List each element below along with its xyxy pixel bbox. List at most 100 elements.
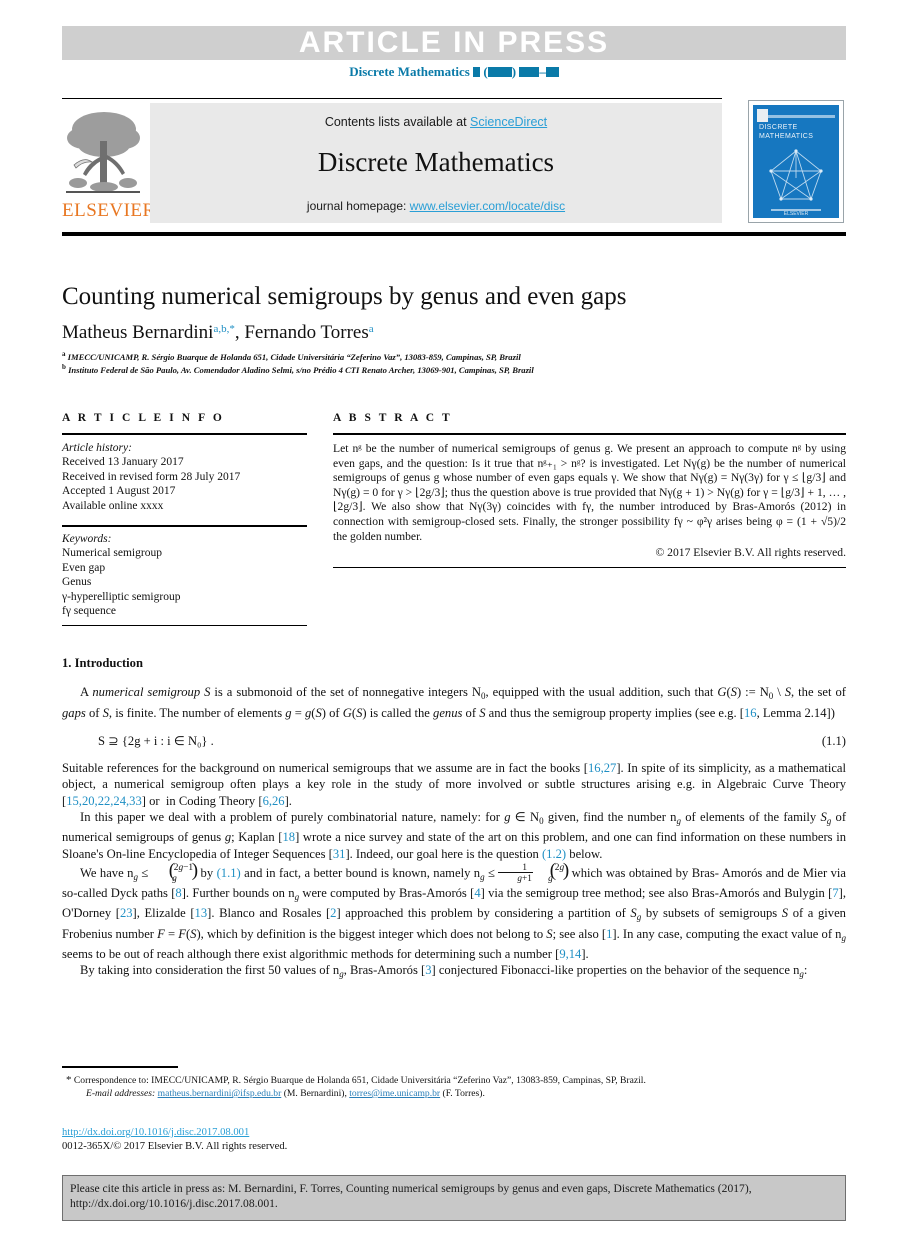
article-history-item: Received in revised form 28 July 2017 bbox=[62, 470, 241, 483]
elsevier-wordmark: ELSEVIER bbox=[62, 200, 156, 221]
cover-publisher-mark bbox=[757, 109, 768, 122]
affiliation-marker-b: b bbox=[62, 363, 66, 371]
citation-ref[interactable]: 15,20,22,24,33 bbox=[66, 794, 142, 808]
journal-homepage-label: journal homepage: bbox=[306, 199, 410, 213]
article-history-item: Available online xxxx bbox=[62, 499, 164, 512]
author-name-1: Matheus Bernardini bbox=[62, 322, 214, 343]
author-marks-2: a bbox=[368, 323, 374, 335]
citation-ref[interactable]: 1 bbox=[606, 927, 612, 941]
email-link-2[interactable]: torres@ime.unicamp.br bbox=[349, 1088, 440, 1099]
journal-citation-line: Discrete Mathematics () – bbox=[62, 64, 846, 80]
abstract-text: Let nᵍ be the number of numerical semigr… bbox=[333, 442, 846, 543]
abstract-rule bbox=[333, 433, 846, 435]
email-addresses-label: E-mail addresses: bbox=[86, 1088, 156, 1099]
section-heading-introduction: 1. Introduction bbox=[62, 656, 143, 670]
citation-ref[interactable]: 18 bbox=[282, 830, 295, 844]
equation-ref[interactable]: (1.1) bbox=[217, 866, 241, 880]
body-paragraph-1: A numerical semigroup S is a submonoid o… bbox=[62, 685, 846, 720]
citation-ref[interactable]: 3 bbox=[425, 963, 431, 977]
abstract-copyright: © 2017 Elsevier B.V. All rights reserved… bbox=[655, 546, 846, 560]
article-in-press-label: ARTICLE IN PRESS bbox=[298, 26, 610, 59]
article-body: 1. Introduction A numerical semigroup S … bbox=[62, 655, 846, 983]
abstract-column: A B S T R A C T Let nᵍ be the number of … bbox=[333, 412, 846, 569]
article-info-heading: A R T I C L E I N F O bbox=[62, 412, 225, 424]
correspondence-text: Correspondence to: IMECC/UNICAMP, R. Sér… bbox=[73, 1075, 646, 1086]
citation-ref[interactable]: 4 bbox=[474, 886, 480, 900]
affiliation-b: b Instituto Federal de São Paulo, Av. Co… bbox=[62, 363, 846, 375]
footnote-rule bbox=[62, 1066, 178, 1068]
keywords-block: Keywords: Numerical semigroup Even gap G… bbox=[62, 532, 307, 618]
issn-copyright-line: 0012-365X/© 2017 Elsevier B.V. All right… bbox=[62, 1141, 288, 1152]
cite-line-2: http://dx.doi.org/10.1016/j.disc.2017.08… bbox=[70, 1196, 278, 1210]
display-equation-1-1: S ⊇ {2g + i : i ∈ N₀} . (1.1) bbox=[62, 733, 846, 749]
affiliation-text-a: IMECC/UNICAMP, R. Sérgio Buarque de Hola… bbox=[67, 352, 521, 362]
article-history-item: Accepted 1 August 2017 bbox=[62, 485, 176, 498]
citation-ref[interactable]: 13 bbox=[195, 906, 208, 920]
footnote-asterisk: * bbox=[66, 1074, 72, 1086]
cite-line-1: Please cite this article in press as: M.… bbox=[70, 1182, 752, 1195]
article-history-label: Article history: bbox=[62, 442, 132, 454]
citation-ref[interactable]: 6,26 bbox=[263, 794, 285, 808]
body-paragraph-4: We have ng ≤ (2g−1 g) by (1.1) and in fac… bbox=[62, 860, 847, 962]
author-name-2: Fernando Torres bbox=[244, 322, 369, 343]
journal-citation-placeholder: () – bbox=[473, 64, 559, 79]
equation-text: S ⊇ {2g + i : i ∈ N₀} . bbox=[98, 733, 214, 748]
journal-masthead: ELSEVIER Contents lists available at Sci… bbox=[62, 103, 722, 223]
article-history-item: Received 13 January 2017 bbox=[62, 456, 184, 469]
doi-block: http://dx.doi.org/10.1016/j.disc.2017.08… bbox=[62, 1126, 846, 1154]
doi-link[interactable]: http://dx.doi.org/10.1016/j.disc.2017.08… bbox=[62, 1127, 249, 1138]
journal-citation-name: Discrete Mathematics bbox=[349, 64, 470, 79]
affiliation-marker-a: a bbox=[62, 350, 66, 358]
article-page: ARTICLE IN PRESS Discrete Mathematics ()… bbox=[0, 0, 907, 1238]
header-thick-rule bbox=[62, 232, 846, 236]
email-owner-1: (M. Bernardini) bbox=[283, 1088, 345, 1099]
citation-ref[interactable]: 2 bbox=[330, 906, 336, 920]
keywords-label: Keywords: bbox=[62, 533, 112, 546]
keyword-item: γ-hyperelliptic semigroup bbox=[62, 590, 181, 603]
masthead-panel: Contents lists available at ScienceDirec… bbox=[150, 103, 722, 223]
article-in-press-band: ARTICLE IN PRESS bbox=[62, 26, 846, 60]
abstract-bottom-rule bbox=[333, 567, 846, 569]
journal-title: Discrete Mathematics bbox=[317, 147, 555, 177]
cover-pentagram-icon bbox=[769, 149, 823, 201]
email-owner-2: (F. Torres). bbox=[442, 1088, 485, 1099]
equation-ref[interactable]: (1.2) bbox=[542, 847, 566, 861]
correspondence-note: * Correspondence to: IMECC/UNICAMP, R. S… bbox=[62, 1074, 846, 1087]
citation-ref[interactable]: 16,27 bbox=[588, 761, 616, 775]
equation-number: (1.1) bbox=[821, 733, 846, 748]
sciencedirect-link[interactable]: ScienceDirect bbox=[470, 115, 547, 129]
contents-list-line: Contents lists available at ScienceDirec… bbox=[150, 115, 722, 129]
journal-homepage-line: journal homepage: www.elsevier.com/locat… bbox=[150, 199, 722, 213]
article-history-block: Article history: Received 13 January 201… bbox=[62, 441, 307, 513]
keyword-item: Numerical semigroup bbox=[62, 547, 162, 560]
email-link-1[interactable]: matheus.bernardini@ifsp.edu.br bbox=[158, 1088, 282, 1099]
email-note: E-mail addresses: matheus.bernardini@ifs… bbox=[86, 1088, 485, 1099]
citation-ref[interactable]: 31 bbox=[333, 847, 346, 861]
citation-ref[interactable]: 7 bbox=[832, 886, 838, 900]
keywords-rule bbox=[62, 525, 307, 528]
keyword-item: Even gap bbox=[62, 561, 106, 574]
citation-ref[interactable]: 9,14 bbox=[559, 947, 581, 961]
elsevier-logo: ELSEVIER bbox=[62, 103, 156, 223]
affiliation-text-b: Instituto Federal de São Paulo, Av. Come… bbox=[68, 365, 534, 375]
body-paragraph-5: By taking into consideration the first 5… bbox=[80, 963, 808, 980]
citation-ref[interactable]: 23 bbox=[120, 906, 133, 920]
elsevier-tree-icon bbox=[64, 105, 142, 201]
page-title: Counting numerical semigroups by genus a… bbox=[62, 283, 627, 310]
journal-homepage-link[interactable]: www.elsevier.com/locate/disc bbox=[410, 199, 565, 213]
cite-this-article-box: Please cite this article in press as: M.… bbox=[62, 1175, 846, 1221]
citation-ref[interactable]: 8 bbox=[175, 886, 181, 900]
keyword-item: Genus bbox=[62, 576, 92, 589]
body-paragraph-2: Suitable references for the background o… bbox=[62, 761, 846, 808]
journal-cover-thumbnail: DISCRETE MATHEMATICS ELSEVIER bbox=[748, 100, 844, 223]
citation-ref[interactable]: 16 bbox=[744, 706, 757, 720]
article-info-column: A R T I C L E I N F O Article history: R… bbox=[62, 412, 307, 627]
cover-publisher-name: ELSEVIER bbox=[783, 211, 809, 217]
article-info-rule bbox=[62, 433, 307, 435]
affiliation-a: a IMECC/UNICAMP, R. Sérgio Buarque de Ho… bbox=[62, 350, 846, 362]
contents-list-label: Contents lists available at bbox=[324, 115, 471, 129]
author-marks-1: a,b,* bbox=[213, 323, 235, 335]
footnote-block: * Correspondence to: IMECC/UNICAMP, R. S… bbox=[62, 1074, 846, 1100]
journal-cover-image: DISCRETE MATHEMATICS ELSEVIER bbox=[753, 105, 839, 218]
cover-journal-title: DISCRETE MATHEMATICS bbox=[759, 124, 814, 140]
